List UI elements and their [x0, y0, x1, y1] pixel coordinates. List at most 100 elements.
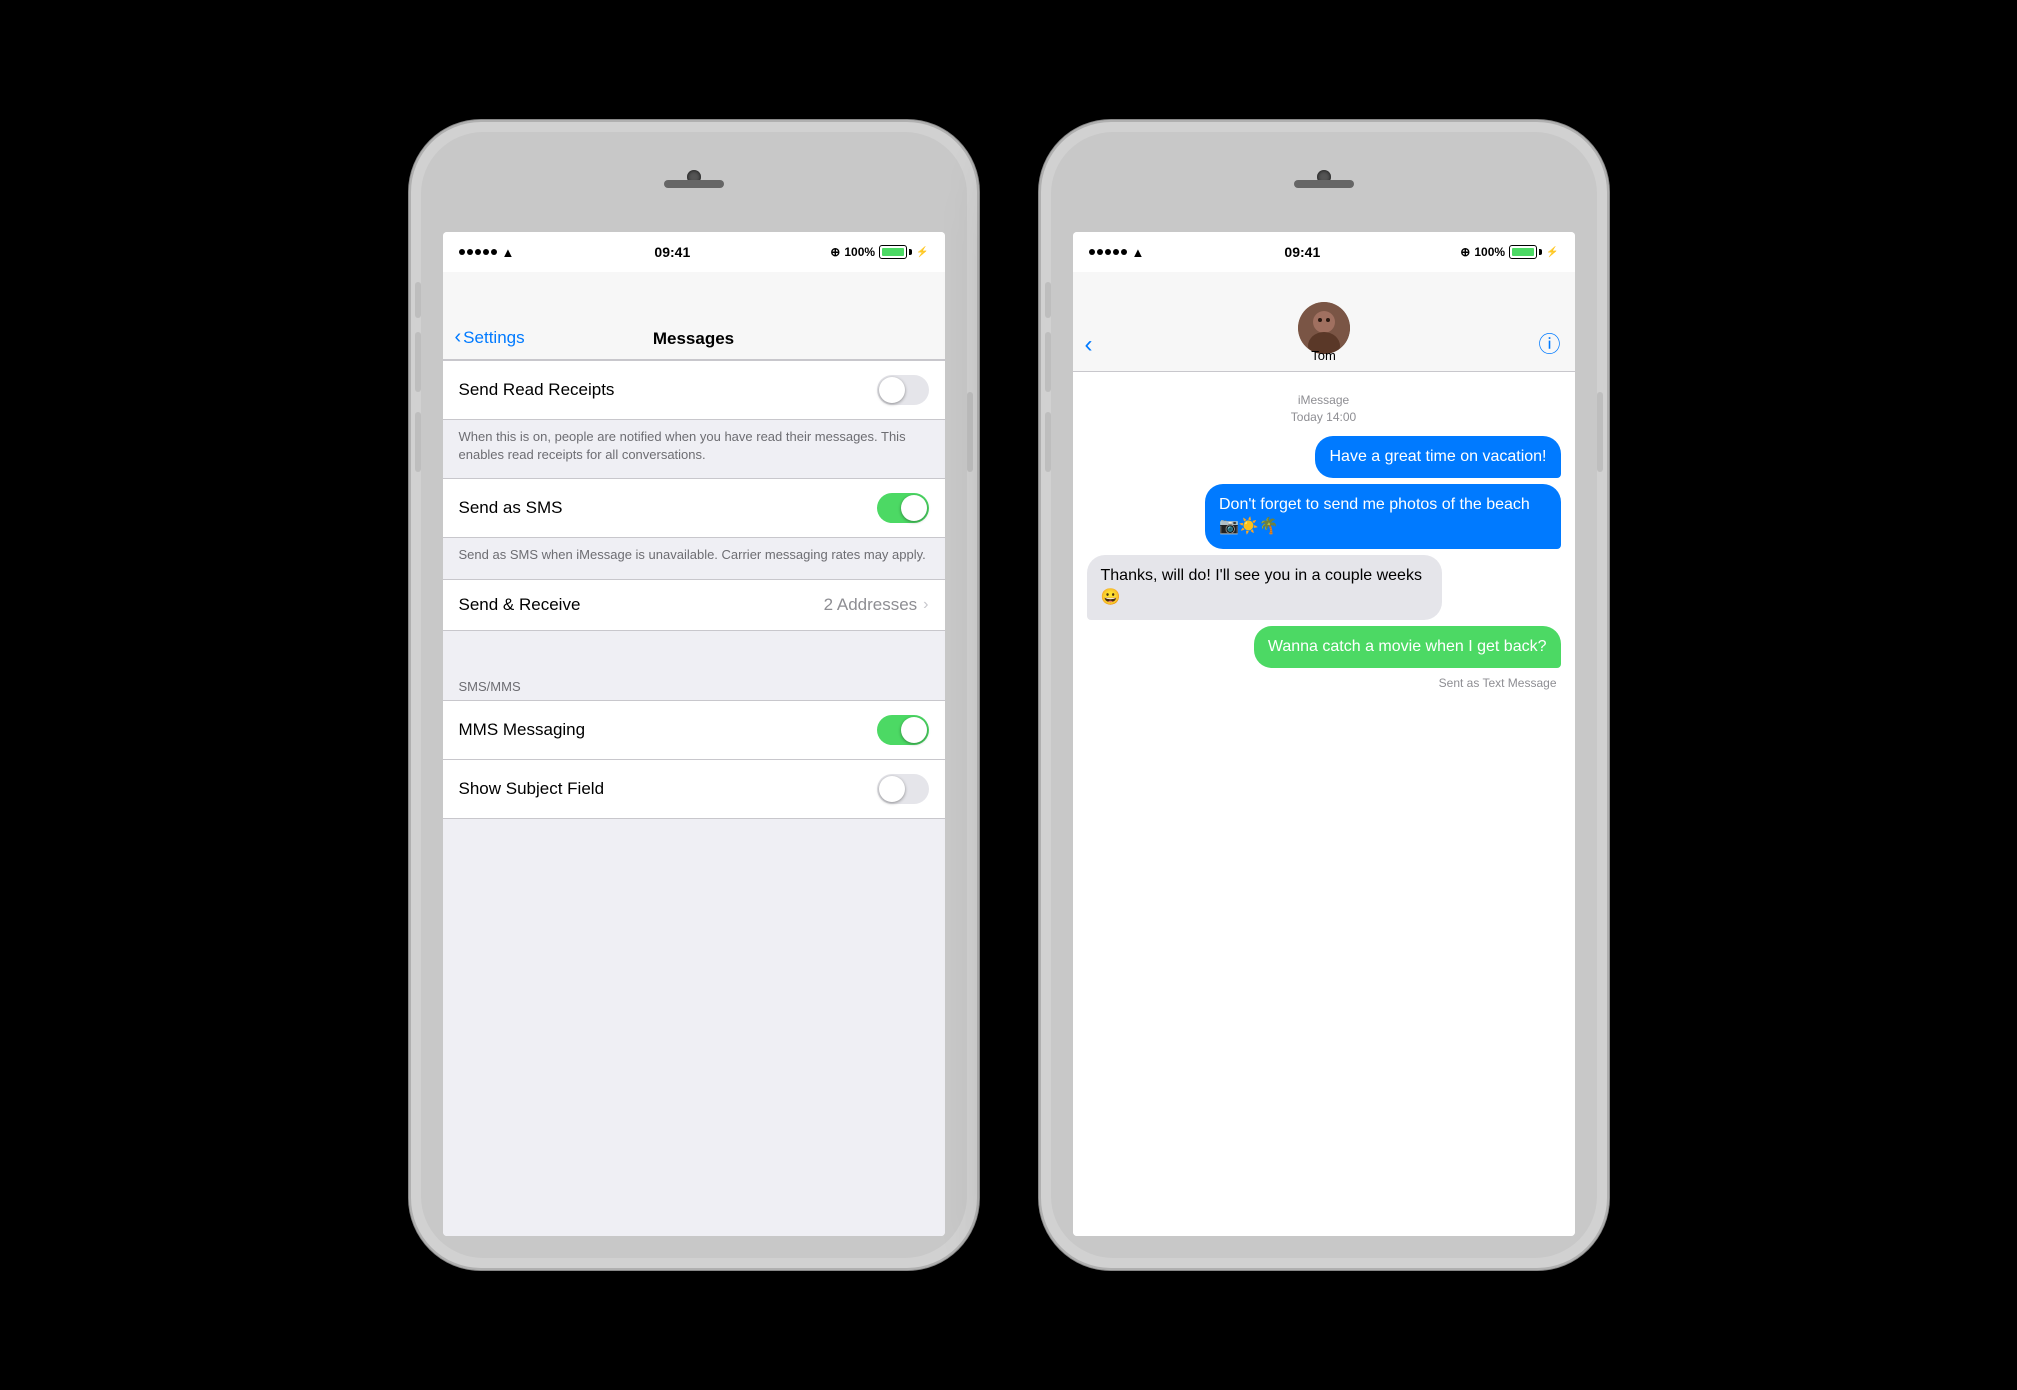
section-read-receipts: Send Read Receipts When this is on, peop… — [443, 360, 945, 478]
settings-body: Send Read Receipts When this is on, peop… — [443, 360, 945, 1236]
phones-container: ▲ 09:41 ⊕ 100% ⚡ — [369, 80, 1649, 1310]
row-send-sms: Send as SMS — [443, 478, 945, 538]
send-receive-value: 2 Addresses › — [824, 595, 929, 615]
location-icon-1: ⊕ — [830, 245, 840, 259]
vol-down-button-2[interactable] — [1045, 412, 1051, 472]
settings-nav: ‹ Settings Messages — [443, 272, 945, 360]
smsmms-header: SMS/MMS — [443, 661, 945, 700]
row-read-receipts: Send Read Receipts — [443, 360, 945, 420]
wifi-icon-1: ▲ — [502, 245, 515, 260]
section-smsmms: SMS/MMS MMS Messaging Show Subject Field — [443, 661, 945, 819]
power-button-2[interactable] — [1597, 392, 1603, 472]
battery-tip-2 — [1539, 249, 1542, 255]
bubble-row-2: Don't forget to send me photos of the be… — [1087, 484, 1561, 549]
phone-1-screen: ▲ 09:41 ⊕ 100% ⚡ — [443, 232, 945, 1236]
read-receipts-label: Send Read Receipts — [459, 380, 615, 400]
phone-2-screen: ▲ 09:41 ⊕ 100% ⚡ — [1073, 232, 1575, 1236]
row-mms: MMS Messaging — [443, 700, 945, 760]
location-icon-2: ⊕ — [1460, 245, 1470, 259]
bubble-row-3: Thanks, will do! I'll see you in a coupl… — [1087, 555, 1561, 620]
send-receive-label: Send & Receive — [459, 595, 581, 615]
subject-toggle[interactable] — [877, 774, 929, 804]
toggle-thumb-2 — [901, 495, 927, 521]
battery-fill-2 — [1512, 248, 1534, 256]
messages-body: iMessageToday 14:00 Have a great time on… — [1073, 372, 1575, 1236]
status-left-2: ▲ — [1089, 245, 1145, 260]
phone-2-inner: ▲ 09:41 ⊕ 100% ⚡ — [1051, 132, 1597, 1258]
status-right-2: ⊕ 100% ⚡ — [1460, 245, 1558, 259]
dot3 — [475, 249, 481, 255]
battery-pct-2: 100% — [1474, 245, 1505, 259]
battery-pct-1: 100% — [844, 245, 875, 259]
vol-down-button-1[interactable] — [415, 412, 421, 472]
send-sms-desc: Send as SMS when iMessage is unavailable… — [443, 538, 945, 578]
vol-up-button-2[interactable] — [1045, 332, 1051, 392]
status-right-1: ⊕ 100% ⚡ — [830, 245, 928, 259]
dot1 — [459, 249, 465, 255]
avatar-image — [1298, 302, 1350, 354]
dot4 — [483, 249, 489, 255]
settings-title: Messages — [443, 329, 945, 349]
dot2 — [467, 249, 473, 255]
dot5 — [491, 249, 497, 255]
bubble-row-4: Wanna catch a movie when I get back? — [1087, 626, 1561, 668]
row-send-receive[interactable]: Send & Receive 2 Addresses › — [443, 579, 945, 631]
messages-nav: ‹ — [1073, 272, 1575, 372]
send-sms-toggle[interactable] — [877, 493, 929, 523]
separator-1 — [443, 631, 945, 661]
messages-back-button[interactable]: ‹ — [1085, 331, 1093, 359]
toggle-thumb-1 — [879, 377, 905, 403]
mms-toggle[interactable] — [877, 715, 929, 745]
avatar-svg — [1298, 302, 1350, 354]
power-button-1[interactable] — [967, 392, 973, 472]
section-send-sms: Send as SMS Send as SMS when iMessage is… — [443, 478, 945, 578]
phone-1-inner: ▲ 09:41 ⊕ 100% ⚡ — [421, 132, 967, 1258]
phone-2: ▲ 09:41 ⊕ 100% ⚡ — [1039, 120, 1609, 1270]
s-dot5 — [1121, 249, 1127, 255]
status-bar-2: ▲ 09:41 ⊕ 100% ⚡ — [1073, 232, 1575, 272]
bolt-icon-2: ⚡ — [1546, 247, 1558, 258]
bubble-3: Thanks, will do! I'll see you in a coupl… — [1087, 555, 1443, 620]
bubble-4: Wanna catch a movie when I get back? — [1254, 626, 1561, 668]
chevron-icon-send-receive: › — [923, 596, 928, 614]
time-2: 09:41 — [1284, 244, 1320, 260]
row-subject: Show Subject Field — [443, 760, 945, 819]
sent-as-text-label: Sent as Text Message — [1087, 676, 1561, 690]
toggle-thumb-4 — [879, 776, 905, 802]
wifi-icon-2: ▲ — [1132, 245, 1145, 260]
status-left-1: ▲ — [459, 245, 515, 260]
status-bar-1: ▲ 09:41 ⊕ 100% ⚡ — [443, 232, 945, 272]
s-dot1 — [1089, 249, 1095, 255]
subject-label: Show Subject Field — [459, 779, 605, 799]
battery-1 — [879, 245, 912, 259]
vol-up-button-1[interactable] — [415, 332, 421, 392]
contact-avatar[interactable] — [1298, 302, 1350, 354]
send-sms-label: Send as SMS — [459, 498, 563, 518]
signal-1 — [459, 249, 497, 255]
battery-fill-1 — [882, 248, 904, 256]
read-receipts-toggle[interactable] — [877, 375, 929, 405]
bolt-icon-1: ⚡ — [916, 247, 928, 258]
mms-label: MMS Messaging — [459, 720, 586, 740]
s-dot4 — [1113, 249, 1119, 255]
read-receipts-desc: When this is on, people are notified whe… — [443, 420, 945, 478]
speaker-1 — [664, 180, 724, 188]
messages-list: Have a great time on vacation! Don't for… — [1073, 436, 1575, 690]
contact-name: Tom — [1311, 348, 1336, 363]
messages-info-button[interactable]: ⓘ — [1538, 327, 1560, 359]
bubble-row-1: Have a great time on vacation! — [1087, 436, 1561, 478]
bubble-1: Have a great time on vacation! — [1315, 436, 1560, 478]
s-dot3 — [1105, 249, 1111, 255]
bubble-2: Don't forget to send me photos of the be… — [1205, 484, 1561, 549]
time-1: 09:41 — [654, 244, 690, 260]
toggle-thumb-3 — [901, 717, 927, 743]
speaker-2 — [1294, 180, 1354, 188]
silent-button-2[interactable] — [1045, 282, 1051, 318]
messages-date: iMessageToday 14:00 — [1073, 392, 1575, 426]
s-dot2 — [1097, 249, 1103, 255]
battery-2 — [1509, 245, 1542, 259]
send-receive-addresses: 2 Addresses — [824, 595, 918, 615]
battery-body-2 — [1509, 245, 1537, 259]
silent-button-1[interactable] — [415, 282, 421, 318]
signal-2 — [1089, 249, 1127, 255]
